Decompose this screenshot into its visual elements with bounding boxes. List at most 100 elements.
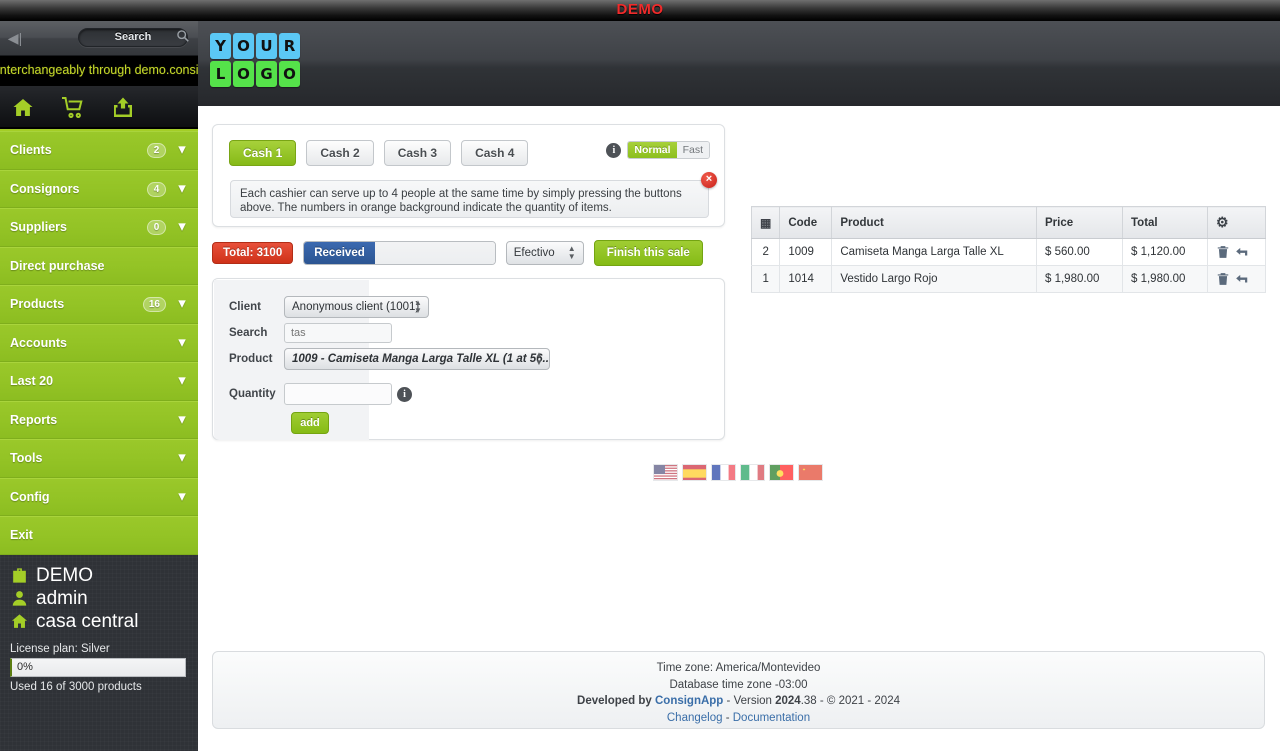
logo-letter: O [233, 33, 254, 59]
home-icon[interactable] [8, 93, 38, 123]
product-select[interactable]: 1009 - Camiseta Manga Larga Talle XL (1 … [284, 348, 550, 370]
table-row[interactable]: 2 1009 Camiseta Manga Larga Talle XL $ 5… [751, 238, 1266, 266]
sidebar-account-panel: DEMO admin casa central License plan: Si… [0, 555, 198, 699]
speed-toggle[interactable]: Normal Fast [627, 141, 710, 159]
sidebar: ◀| Search interchangeably through demo.c… [0, 21, 198, 751]
grid-icon[interactable]: ▦ [760, 216, 771, 230]
chevron-down-icon[interactable]: ▾ [174, 180, 190, 197]
logo-letter: L [210, 61, 231, 87]
stepper-arrows-icon: ▲ ▼ [535, 350, 543, 367]
home-icon [11, 614, 28, 628]
cart-icon[interactable] [58, 93, 88, 123]
language-flags [653, 464, 823, 481]
cell-price: $ 1,980.00 [1036, 265, 1123, 293]
cell-actions [1207, 238, 1266, 266]
search-row: Search [229, 323, 392, 343]
column-total[interactable]: Total [1122, 206, 1208, 239]
chevron-down-icon[interactable]: ▾ [174, 334, 190, 351]
chevron-down-icon[interactable]: ▾ [174, 450, 190, 466]
flag-es-icon[interactable] [682, 464, 707, 481]
sidebar-item-suppliers[interactable]: Suppliers 0 ▾ [0, 208, 198, 247]
logo-letter: O [233, 61, 254, 87]
column-price[interactable]: Price [1036, 206, 1123, 239]
payment-method-select[interactable]: Efectivo ▲ ▼ [505, 241, 584, 265]
footer-timezone: Time zone: America/Montevideo [656, 662, 821, 674]
sidebar-item-reports[interactable]: Reports ▾ [0, 400, 198, 439]
client-row: Client Anonymous client (1001) ▲ ▼ [229, 296, 429, 318]
cell-product: Vestido Largo Rojo [831, 265, 1037, 293]
client-select[interactable]: Anonymous client (1001) ▲ ▼ [284, 296, 429, 318]
cell-code: 1009 [779, 238, 833, 266]
product-search-input[interactable] [284, 323, 392, 343]
payment-method-value: Efectivo [513, 247, 555, 259]
flag-pt-icon[interactable] [769, 464, 794, 481]
product-value: 1009 - Camiseta Manga Larga Talle XL (1 … [292, 353, 550, 365]
sidebar-item-tools[interactable]: Tools ▾ [0, 439, 198, 478]
info-icon[interactable]: i [397, 386, 412, 402]
quantity-input[interactable] [284, 383, 392, 405]
sidebar-item-direct-purchase[interactable]: Direct purchase [0, 246, 198, 285]
sidebar-item-exit[interactable]: Exit [0, 516, 198, 555]
chevron-down-icon[interactable]: ▾ [174, 411, 190, 428]
delete-icon[interactable] [1216, 272, 1230, 286]
collapse-left-icon[interactable]: ◀| [6, 30, 24, 46]
share-icon[interactable] [108, 93, 138, 123]
tab-cash-4[interactable]: Cash 4 [461, 140, 529, 166]
gear-icon[interactable]: ⚙ [1216, 214, 1229, 230]
sidebar-item-label: Last 20 [10, 374, 54, 388]
marquee-text: interchangeably through demo.consignapp.… [0, 63, 198, 77]
flag-us-icon[interactable] [653, 464, 678, 481]
column-product[interactable]: Product [831, 206, 1037, 239]
info-notice-text: Each cashier can serve up to 4 people at… [240, 188, 682, 214]
flag-fr-icon[interactable] [711, 464, 736, 481]
sidebar-item-label: Direct purchase [10, 258, 105, 273]
chevron-down-icon[interactable]: ▾ [174, 142, 190, 158]
search-label: Search [114, 31, 152, 43]
column-code[interactable]: Code [779, 206, 833, 239]
undo-icon[interactable] [1235, 272, 1249, 286]
column-actions[interactable]: ⚙ [1207, 206, 1266, 239]
cell-actions [1207, 265, 1266, 293]
sidebar-item-badge: 2 [147, 143, 166, 158]
changelog-link[interactable]: Changelog [667, 712, 723, 724]
chevron-down-icon[interactable]: ▾ [174, 488, 190, 505]
finish-sale-button[interactable]: Finish this sale [593, 240, 703, 266]
speed-normal-option[interactable]: Normal [628, 142, 677, 158]
documentation-link[interactable]: Documentation [733, 712, 810, 724]
tab-cash-3[interactable]: Cash 3 [383, 140, 452, 166]
footer-brand[interactable]: ConsignApp [655, 695, 723, 707]
sidebar-item-products[interactable]: Products 16 ▾ [0, 285, 198, 324]
info-icon[interactable]: i [606, 142, 622, 158]
cell-code: 1014 [779, 265, 833, 293]
tab-cash-1[interactable]: Cash 1 [229, 140, 297, 166]
table-row[interactable]: 1 1014 Vestido Largo Rojo $ 1,980.00 $ 1… [751, 265, 1266, 293]
received-input[interactable] [374, 242, 495, 264]
close-icon[interactable]: × [701, 172, 717, 188]
flag-cn-icon[interactable] [798, 464, 823, 481]
tab-cash-2[interactable]: Cash 2 [306, 140, 374, 166]
logo[interactable]: Y O U R L O G O [210, 33, 300, 89]
quantity-row: Quantity i [229, 383, 412, 405]
chevron-down-icon[interactable]: ▾ [174, 373, 190, 389]
column-qty[interactable]: ▦ [751, 206, 781, 239]
sidebar-item-config[interactable]: Config ▾ [0, 477, 198, 516]
undo-icon[interactable] [1235, 245, 1249, 259]
search-input[interactable]: Search [78, 28, 188, 47]
cart-table-header-row: ▦ Code Product Price Total ⚙ [751, 206, 1266, 239]
flag-it-icon[interactable] [740, 464, 765, 481]
chevron-down-icon[interactable]: ▾ [174, 219, 190, 235]
delete-icon[interactable] [1216, 245, 1230, 259]
search-icon[interactable] [176, 29, 192, 45]
product-row: Product 1009 - Camiseta Manga Larga Tall… [229, 348, 550, 370]
usage-progress-bar: 0% [10, 657, 186, 677]
speed-fast-option[interactable]: Fast [676, 142, 709, 158]
sidebar-item-clients[interactable]: Clients 2 ▾ [0, 131, 198, 170]
chevron-down-icon[interactable]: ▾ [174, 296, 190, 312]
demo-label: DEMO [616, 1, 664, 18]
add-button[interactable]: add [291, 412, 329, 434]
totals-row: Total: 3100 Received Efectivo ▲ ▼ Finish … [212, 240, 703, 266]
sidebar-item-consignors[interactable]: Consignors 4 ▾ [0, 169, 198, 208]
sidebar-item-last-20[interactable]: Last 20 ▾ [0, 362, 198, 401]
footer-version-major: 2024 [775, 695, 801, 707]
sidebar-item-accounts[interactable]: Accounts ▾ [0, 323, 198, 362]
